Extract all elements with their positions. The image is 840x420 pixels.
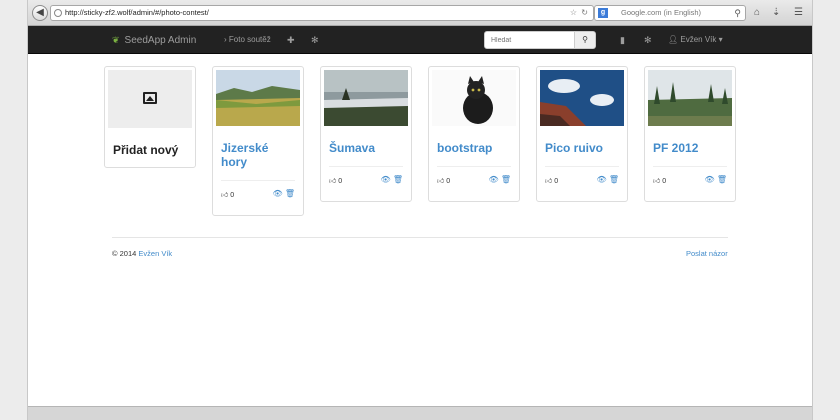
url-text: http://sticky-zf2.wolf/admin/#/photo-con… <box>65 8 209 17</box>
picture-icon <box>143 92 157 104</box>
browser-search-placeholder: Google.com (in English) <box>621 8 702 17</box>
card-thumbnail[interactable] <box>540 70 624 126</box>
caret-down-icon: ▾ <box>718 35 723 44</box>
card-footer: 👍︎ 0 👁︎ 🗑︎ <box>653 166 727 188</box>
trash-icon[interactable]: 🗑︎ <box>501 175 511 184</box>
browser-status-bar <box>28 406 812 420</box>
like-count: 0 <box>230 192 235 199</box>
meadow-photo <box>216 70 300 126</box>
leaf-icon: ❦ <box>112 35 120 45</box>
thumbs-up-icon: 👍︎ <box>329 178 337 185</box>
trash-icon[interactable]: 🗑︎ <box>285 189 295 198</box>
browser-search-bar[interactable]: g Google.com (in English) ⚲ <box>594 5 746 21</box>
card-footer: 👍︎ 0 👁︎ 🗑︎ <box>221 180 295 202</box>
thumbs-up-icon: 👍︎ <box>653 178 661 185</box>
card-actions: 👁︎ 🗑︎ <box>704 175 727 184</box>
globe-icon <box>54 9 62 17</box>
settings-gear-icon[interactable]: ✻ <box>644 26 652 54</box>
card-actions: 👁︎ 🗑︎ <box>272 189 295 198</box>
user-menu[interactable]: 👤︎ Evžen Vík ▾ <box>668 26 723 54</box>
likes[interactable]: 👍︎ 0 <box>329 176 342 185</box>
footer-copyright: © 2014 Evžen Vík <box>112 249 172 258</box>
trash-icon[interactable]: 🗑︎ <box>609 175 619 184</box>
card-footer: 👍︎ 0 👁︎ 🗑︎ <box>545 166 619 188</box>
card-title[interactable]: bootstrap <box>437 141 511 155</box>
browser-window: ◀ http://sticky-zf2.wolf/admin/#/photo-c… <box>28 0 812 420</box>
navbar-search: ⚲ <box>484 31 596 49</box>
download-icon[interactable]: ⇣ <box>772 6 780 20</box>
reload-icon[interactable]: ↻ <box>581 6 588 20</box>
eye-icon[interactable]: 👁︎ <box>272 189 282 198</box>
thumbs-up-icon: 👍︎ <box>545 178 553 185</box>
back-button[interactable]: ◀ <box>32 5 48 21</box>
card-title[interactable]: PF 2012 <box>653 141 727 155</box>
contest-card: PF 2012 👍︎ 0 👁︎ 🗑︎ <box>644 66 736 202</box>
likes[interactable]: 👍︎ 0 <box>221 190 234 199</box>
card-footer: 👍︎ 0 👁︎ 🗑︎ <box>437 166 511 188</box>
like-count: 0 <box>554 178 559 185</box>
eye-icon[interactable]: 👁︎ <box>380 175 390 184</box>
card-title[interactable]: Pico ruivo <box>545 141 619 155</box>
footer-divider <box>112 237 728 238</box>
eye-icon[interactable]: 👁︎ <box>488 175 498 184</box>
likes[interactable]: 👍︎ 0 <box>437 176 450 185</box>
user-name: Evžen Vík <box>680 35 717 44</box>
brand-label: SeedApp Admin <box>124 35 197 46</box>
address-bar[interactable]: http://sticky-zf2.wolf/admin/#/photo-con… <box>50 5 594 21</box>
home-icon[interactable]: ⌂ <box>754 6 760 20</box>
gear-icon[interactable]: ✻ <box>311 26 319 54</box>
eye-icon[interactable]: 👁︎ <box>596 175 606 184</box>
trash-icon[interactable]: 🗑︎ <box>393 175 403 184</box>
clouds-photo <box>540 70 624 126</box>
card-footer: 👍︎ 0 👁︎ 🗑︎ <box>329 166 403 188</box>
forest-photo <box>648 70 732 126</box>
contest-card: Jizerské hory 👍︎ 0 👁︎ 🗑︎ <box>212 66 304 216</box>
browser-toolbar: ◀ http://sticky-zf2.wolf/admin/#/photo-c… <box>28 0 812 26</box>
google-icon: g <box>598 8 608 18</box>
like-count: 0 <box>446 178 451 185</box>
user-icon: 👤︎ <box>668 35 679 44</box>
contest-card: Šumava 👍︎ 0 👁︎ 🗑︎ <box>320 66 412 202</box>
card-thumbnail[interactable] <box>324 70 408 126</box>
card-title[interactable]: Jizerské hory <box>221 141 295 169</box>
thumbs-up-icon: 👍︎ <box>437 178 445 185</box>
search-icon[interactable]: ⚲ <box>734 6 741 20</box>
search-button[interactable]: ⚲ <box>574 31 596 49</box>
add-new-card[interactable]: Přidat nový <box>104 66 196 168</box>
card-title: Přidat nový <box>113 143 179 157</box>
card-thumbnail[interactable] <box>648 70 732 126</box>
card-actions: 👁︎ 🗑︎ <box>596 175 619 184</box>
lake-photo <box>324 70 408 126</box>
menu-icon[interactable]: ☰ <box>794 6 803 20</box>
brand-link[interactable]: ❦ SeedApp Admin <box>112 26 196 55</box>
feedback-link[interactable]: Poslat názor <box>686 249 728 258</box>
card-thumbnail[interactable] <box>216 70 300 126</box>
contest-card: Pico ruivo 👍︎ 0 👁︎ 🗑︎ <box>536 66 628 202</box>
card-actions: 👁︎ 🗑︎ <box>488 175 511 184</box>
chevron-right-icon: › <box>224 35 227 44</box>
trash-icon[interactable]: ▮ <box>620 26 625 54</box>
likes[interactable]: 👍︎ 0 <box>545 176 558 185</box>
cat-photo <box>432 70 516 126</box>
like-count: 0 <box>662 178 667 185</box>
app-navbar: ❦ SeedApp Admin › Foto soutěž ✚ ✻ ⚲ ▮ ✻ 👤… <box>28 26 812 54</box>
search-input[interactable] <box>484 31 575 49</box>
nav-photo-contest-label: Foto soutěž <box>228 35 271 44</box>
like-count: 0 <box>338 178 343 185</box>
copyright-text: © 2014 <box>112 249 137 258</box>
plus-icon[interactable]: ✚ <box>287 26 295 54</box>
card-title[interactable]: Šumava <box>329 141 403 155</box>
eye-icon[interactable]: 👁︎ <box>704 175 714 184</box>
add-thumbnail <box>108 70 192 128</box>
author-link[interactable]: Evžen Vík <box>138 249 172 258</box>
bookmark-star-icon[interactable]: ☆ <box>570 6 577 20</box>
card-thumbnail[interactable] <box>432 70 516 126</box>
card-actions: 👁︎ 🗑︎ <box>380 175 403 184</box>
trash-icon[interactable]: 🗑︎ <box>717 175 727 184</box>
likes[interactable]: 👍︎ 0 <box>653 176 666 185</box>
contest-card: bootstrap 👍︎ 0 👁︎ 🗑︎ <box>428 66 520 202</box>
thumbs-up-icon: 👍︎ <box>221 192 229 199</box>
nav-photo-contest[interactable]: › Foto soutěž <box>224 26 271 54</box>
